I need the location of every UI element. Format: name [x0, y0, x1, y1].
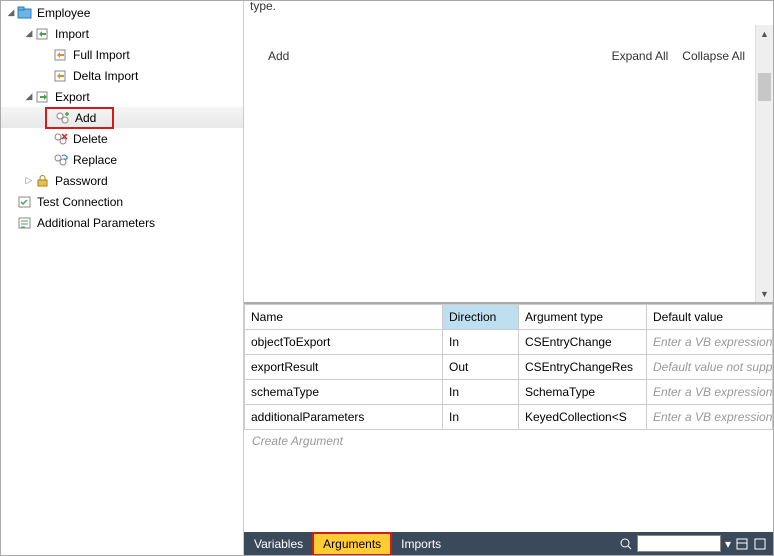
test-connection-icon: [17, 194, 33, 210]
col-argtype[interactable]: Argument type: [519, 305, 647, 330]
tree-item-additional-parameters[interactable]: Additional Parameters: [1, 212, 243, 233]
add-action[interactable]: Add: [268, 49, 598, 63]
tree-item-import[interactable]: ◢ Import: [1, 23, 243, 44]
expander-icon[interactable]: ▷: [23, 175, 35, 186]
tree-label: Employee: [37, 6, 90, 20]
tree-label: Additional Parameters: [37, 216, 155, 230]
table-row[interactable]: objectToExportInCSEntryChangeEnter a VB …: [245, 330, 773, 355]
col-default[interactable]: Default value: [647, 305, 773, 330]
cell-direction[interactable]: In: [443, 405, 519, 430]
scroll-down-icon[interactable]: ▼: [756, 285, 773, 302]
table-row[interactable]: additionalParametersInKeyedCollection<SE…: [245, 405, 773, 430]
tree-label: Password: [55, 174, 108, 188]
cell-direction[interactable]: Out: [443, 355, 519, 380]
expander-icon[interactable]: ◢: [23, 91, 35, 102]
cell-argtype[interactable]: CSEntryChange: [519, 330, 647, 355]
create-argument-row[interactable]: Create Argument: [244, 430, 773, 452]
expand-panel-icon[interactable]: [735, 537, 749, 551]
tree-label: Delete: [73, 132, 108, 146]
tree-item-add[interactable]: Add: [1, 107, 243, 128]
col-name[interactable]: Name: [245, 305, 443, 330]
table-row[interactable]: schemaTypeInSchemaTypeEnter a VB express…: [245, 380, 773, 405]
cell-default[interactable]: Enter a VB expression: [647, 330, 773, 355]
tree-item-delete[interactable]: Delete: [1, 128, 243, 149]
cell-direction[interactable]: In: [443, 380, 519, 405]
tree-label: Export: [55, 90, 90, 104]
expander-icon[interactable]: ◢: [5, 7, 17, 18]
tree-item-employee[interactable]: ◢ Employee: [1, 2, 243, 23]
tree-label: Delta Import: [73, 69, 138, 83]
tab-imports[interactable]: Imports: [391, 533, 451, 555]
parameters-icon: [17, 215, 33, 231]
fragment-text: type.: [250, 0, 276, 13]
arguments-grid: Name Direction Argument type Default val…: [244, 304, 773, 532]
scroll-thumb[interactable]: [758, 73, 771, 101]
tree-label: Replace: [73, 153, 117, 167]
search-icon[interactable]: [619, 537, 633, 551]
table-row[interactable]: exportResultOutCSEntryChangeResDefault v…: [245, 355, 773, 380]
import-full-icon: [53, 47, 69, 63]
cell-name[interactable]: exportResult: [245, 355, 443, 380]
tree-label: Full Import: [73, 48, 130, 62]
cell-name[interactable]: additionalParameters: [245, 405, 443, 430]
cell-default[interactable]: Default value not suppor: [647, 355, 773, 380]
collapse-all-action[interactable]: Collapse All: [682, 49, 745, 63]
tree-label: Test Connection: [37, 195, 123, 209]
expand-all-action[interactable]: Expand All: [612, 49, 669, 63]
folder-icon: [17, 5, 33, 21]
cell-argtype[interactable]: CSEntryChangeRes: [519, 355, 647, 380]
tree-item-export[interactable]: ◢ Export: [1, 86, 243, 107]
tree-panel: ◢ Employee ◢ Import Full Import Delta Im…: [1, 1, 244, 555]
tab-variables[interactable]: Variables: [244, 533, 313, 555]
tree-label: Add: [75, 111, 96, 125]
bottom-tab-bar: Variables Arguments Imports ▾: [244, 532, 773, 555]
expander-icon[interactable]: ◢: [23, 28, 35, 39]
grid-header-row: Name Direction Argument type Default val…: [245, 305, 773, 330]
search-input[interactable]: [637, 535, 721, 552]
dropdown-icon[interactable]: ▾: [725, 537, 731, 551]
tree-item-password[interactable]: ▷ Password: [1, 170, 243, 191]
add-icon: [55, 110, 71, 126]
password-icon: [35, 173, 51, 189]
scroll-up-icon[interactable]: ▲: [756, 25, 773, 42]
tree-item-test-connection[interactable]: Test Connection: [1, 191, 243, 212]
import-icon: [35, 26, 51, 42]
cell-argtype[interactable]: SchemaType: [519, 380, 647, 405]
tree-item-full-import[interactable]: Full Import: [1, 44, 243, 65]
tree-label: Import: [55, 27, 89, 41]
vertical-scrollbar[interactable]: ▲ ▼: [755, 25, 773, 302]
replace-icon: [53, 152, 69, 168]
col-direction[interactable]: Direction: [443, 305, 519, 330]
maximize-panel-icon[interactable]: [753, 537, 767, 551]
designer-canvas[interactable]: type. Add Expand All Collapse All ▲ ▼: [244, 1, 773, 303]
cell-default[interactable]: Enter a VB expression: [647, 380, 773, 405]
cell-direction[interactable]: In: [443, 330, 519, 355]
cell-name[interactable]: schemaType: [245, 380, 443, 405]
import-delta-icon: [53, 68, 69, 84]
delete-icon: [53, 131, 69, 147]
cell-default[interactable]: Enter a VB expression: [647, 405, 773, 430]
tree-item-replace[interactable]: Replace: [1, 149, 243, 170]
cell-name[interactable]: objectToExport: [245, 330, 443, 355]
cell-argtype[interactable]: KeyedCollection<S: [519, 405, 647, 430]
tree-item-delta-import[interactable]: Delta Import: [1, 65, 243, 86]
tab-arguments[interactable]: Arguments: [313, 533, 391, 555]
export-icon: [35, 89, 51, 105]
